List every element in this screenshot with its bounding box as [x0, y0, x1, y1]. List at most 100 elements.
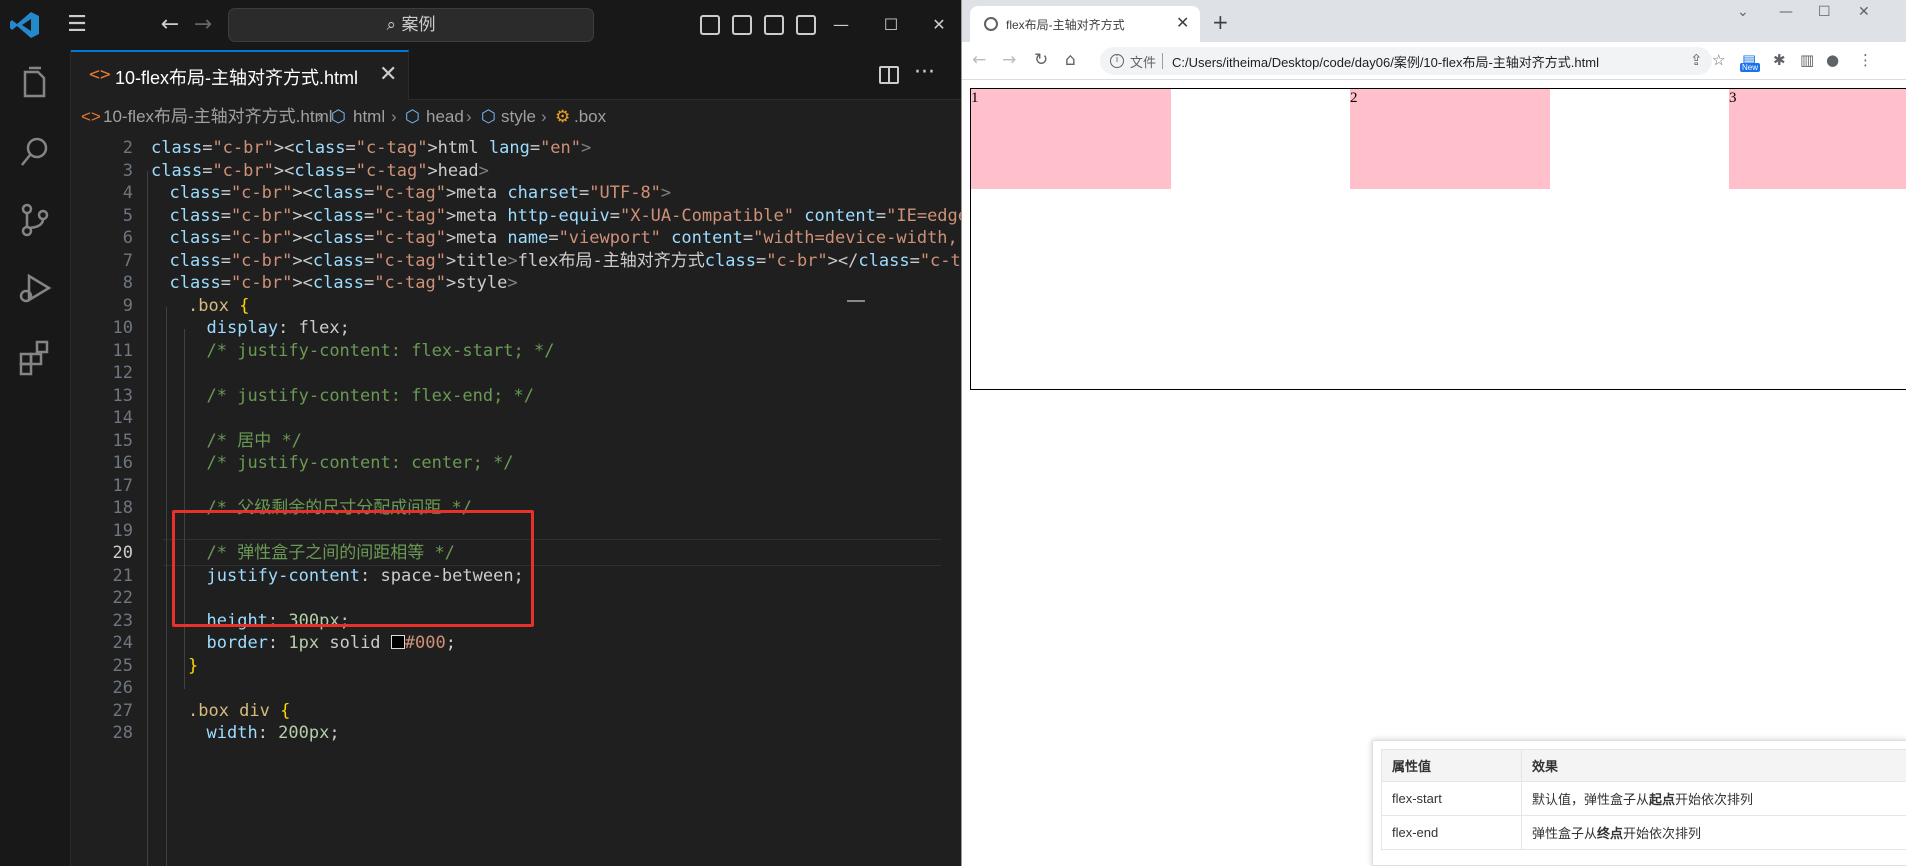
puzzle-icon[interactable]: ✱ [1773, 51, 1786, 69]
info-icon[interactable]: i [1110, 54, 1124, 68]
browser-window: flex布局-主轴对齐方式 ✕ + ⌄ — ☐ ✕ ← → ↻ ⌂ i 文件 C… [961, 0, 1906, 866]
more-menu-icon[interactable]: ⋮ [1858, 51, 1873, 69]
code-line[interactable]: display: flex; [207, 317, 350, 340]
code-line[interactable]: /* 居中 */ [207, 430, 302, 453]
line-number: 24 [112, 633, 133, 653]
close-tab-icon[interactable]: ✕ [379, 62, 397, 87]
code-line[interactable]: } [188, 655, 198, 678]
back-arrow-icon[interactable]: ← [972, 50, 986, 70]
code-line[interactable]: .box { [188, 295, 249, 318]
justify-content-table: 属性值 效果 flex-start 默认值，弹性盒子从起点开始依次排列 flex… [1381, 749, 1906, 850]
split-editor-icon[interactable] [879, 66, 899, 84]
scrollbar-marker [847, 300, 865, 302]
toggle-panel-icon[interactable] [732, 15, 752, 35]
maximize-icon[interactable]: ☐ [876, 12, 906, 38]
code-line[interactable]: class="c-br"><class="c-tag">meta http-eq… [170, 205, 989, 228]
table-cell: flex-end [1381, 815, 1522, 850]
line-number: 22 [112, 588, 133, 608]
minimize-icon[interactable]: — [826, 12, 856, 38]
line-number: 12 [112, 363, 133, 383]
back-arrow-icon[interactable]: ← [157, 12, 183, 38]
share-icon[interactable]: ⇪ [1690, 51, 1703, 69]
forward-arrow-icon[interactable]: → [1002, 50, 1016, 70]
html-file-icon: <> [89, 64, 111, 85]
code-line[interactable]: .box div { [188, 700, 290, 723]
breadcrumb-item-box[interactable]: .box [574, 100, 606, 134]
line-number: 16 [112, 453, 133, 473]
code-editor[interactable]: 2 class="c-br"><class="c-tag">html lang="… [71, 134, 1163, 866]
command-center-search[interactable]: ⌕ 案例 [228, 8, 594, 42]
menu-icon[interactable]: ☰ [64, 12, 90, 38]
color-swatch[interactable] [390, 635, 405, 649]
line-number: 27 [112, 700, 133, 721]
maximize-icon[interactable]: ☐ [1818, 4, 1831, 20]
html-file-icon: <> [81, 107, 101, 126]
explorer-icon[interactable] [15, 64, 55, 104]
extensions-icon[interactable] [15, 336, 55, 376]
close-tab-icon[interactable]: ✕ [1176, 13, 1189, 32]
command-center-label: 案例 [401, 15, 436, 35]
code-line[interactable]: border: 1px solid #000; [207, 632, 456, 655]
search-icon[interactable] [15, 132, 55, 172]
code-line[interactable]: /* justify-content: center; */ [207, 452, 514, 475]
code-line[interactable]: class="c-br"><class="c-tag">head> [151, 160, 489, 183]
code-line[interactable]: /* justify-content: flex-end; */ [207, 385, 535, 408]
browser-tab[interactable]: flex布局-主轴对齐方式 ✕ [970, 6, 1200, 42]
source-control-icon[interactable] [15, 200, 55, 240]
forward-arrow-icon[interactable]: → [190, 12, 216, 38]
side-panel-icon[interactable]: ▥ [1800, 51, 1814, 69]
close-window-icon[interactable]: ✕ [924, 12, 954, 38]
minimize-icon[interactable]: — [1779, 4, 1793, 20]
line-number: 25 [112, 655, 133, 676]
new-badge: New [1740, 63, 1761, 72]
toggle-secondary-sidebar-icon[interactable] [764, 15, 784, 35]
tab-bar: <> 10-flex布局-主轴对齐方式.html ✕ ··· [71, 50, 961, 100]
line-number: 5 [122, 205, 133, 226]
flex-item: 1 [971, 89, 1171, 189]
line-number: 18 [112, 498, 133, 518]
code-line[interactable]: width: 200px; [207, 722, 340, 745]
selector-icon: ⚙ [555, 107, 571, 126]
code-line[interactable]: class="c-br"><class="c-tag">html lang="e… [151, 137, 591, 160]
chevron-down-icon[interactable]: ⌄ [1737, 4, 1749, 20]
editor-tab-active[interactable]: <> 10-flex布局-主轴对齐方式.html ✕ [71, 50, 409, 100]
close-window-icon[interactable]: ✕ [1858, 4, 1870, 20]
editor-area: <> 10-flex布局-主轴对齐方式.html ✕ ··· <> 10-fle… [71, 50, 1163, 866]
more-actions-icon[interactable]: ··· [914, 60, 935, 85]
code-line[interactable]: class="c-br"><class="c-tag">meta charset… [170, 182, 672, 205]
page-content: 1 2 3 属性值 效果 flex-start 默认值，弹性盒子从起点开始依次排… [962, 80, 1906, 866]
reload-icon[interactable]: ↻ [1034, 50, 1048, 70]
breadcrumb-item-html[interactable]: html [353, 100, 385, 134]
annotation-highlight-box [172, 510, 534, 627]
line-number: 19 [112, 520, 133, 541]
table-header: 属性值 [1381, 749, 1522, 782]
line-number: 28 [112, 723, 133, 743]
run-debug-icon[interactable] [15, 268, 55, 308]
flex-item: 2 [1350, 89, 1550, 189]
breadcrumb-item-style[interactable]: style [501, 100, 536, 134]
toggle-primary-sidebar-icon[interactable] [700, 15, 720, 35]
line-number: 13 [112, 385, 133, 406]
code-line[interactable]: /* justify-content: flex-start; */ [207, 340, 555, 363]
breadcrumb-item-head[interactable]: head [426, 100, 464, 134]
code-line[interactable]: class="c-br"><class="c-tag">style> [170, 272, 518, 295]
address-bar[interactable]: i 文件 C:/Users/itheima/Desktop/code/day06… [1100, 47, 1712, 75]
vscode-logo-icon [10, 12, 39, 38]
new-tab-icon[interactable]: + [1212, 10, 1229, 34]
line-number: 20 [112, 543, 133, 563]
indent-guide [184, 329, 185, 689]
line-number: 11 [112, 340, 133, 361]
line-number: 26 [112, 678, 133, 698]
line-number: 3 [122, 160, 133, 181]
line-number: 4 [122, 183, 133, 203]
table-row: flex-end 弹性盒子从终点开始依次排列 [1381, 815, 1906, 850]
code-line[interactable]: class="c-br"><class="c-tag">title>flex布局… [170, 250, 1064, 273]
line-number: 9 [122, 295, 133, 316]
star-icon[interactable]: ☆ [1712, 51, 1725, 69]
breadcrumb-item-file[interactable]: 10-flex布局-主轴对齐方式.html [103, 100, 333, 134]
table-row: flex-start 默认值，弹性盒子从起点开始依次排列 [1381, 781, 1906, 816]
chevron-right-icon: › [391, 107, 397, 126]
profile-avatar-icon[interactable]: ● [1826, 51, 1839, 69]
home-icon[interactable]: ⌂ [1065, 50, 1076, 70]
customize-layout-icon[interactable] [796, 15, 816, 35]
